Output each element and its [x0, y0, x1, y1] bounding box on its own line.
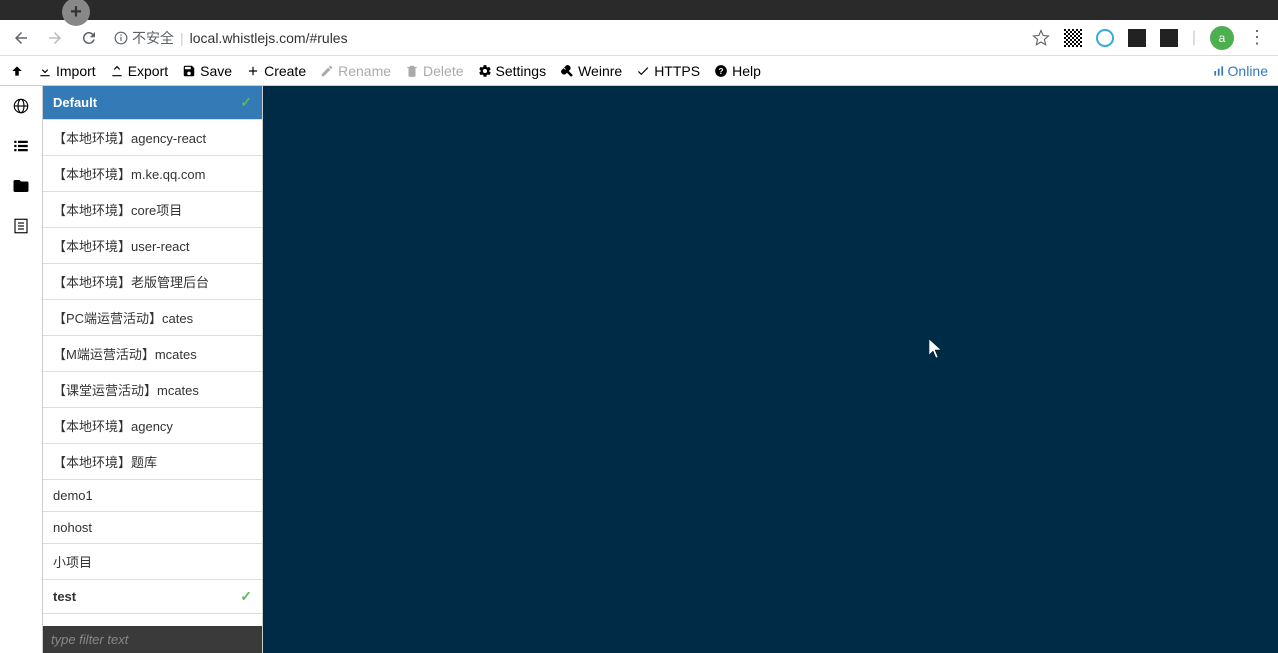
site-info-icon[interactable]: 不安全 [114, 28, 174, 48]
circle-extension-icon[interactable] [1096, 29, 1114, 47]
bookmark-star-icon[interactable] [1032, 29, 1050, 47]
values-tab-icon[interactable] [0, 166, 42, 206]
rule-item-label: 【PC端运营活动】cates [53, 308, 193, 327]
rule-item[interactable]: 【本地环境】agency-react [43, 120, 262, 156]
rule-item[interactable]: Default ✓ [43, 86, 262, 120]
rename-button[interactable]: Rename [320, 63, 391, 79]
browser-tab-strip: + [0, 0, 1278, 20]
browser-menu-icon[interactable]: ⋮ [1248, 27, 1266, 48]
svg-text:?: ? [719, 66, 724, 75]
weinre-button[interactable]: Weinre [560, 63, 622, 79]
rule-item-label: nohost [53, 520, 92, 535]
online-status[interactable]: Online [1212, 63, 1268, 79]
qr-extension-icon[interactable] [1064, 29, 1082, 47]
save-label: Save [200, 63, 232, 79]
online-label: Online [1228, 63, 1268, 79]
rule-item-label: 【本地环境】题库 [53, 452, 157, 471]
rule-item-label: 【本地环境】user-react [53, 236, 190, 255]
rule-item-label: test [53, 589, 76, 604]
export-button[interactable]: Export [110, 63, 168, 79]
editor-pane[interactable] [263, 86, 1278, 653]
create-label: Create [264, 63, 306, 79]
check-icon: ✓ [240, 588, 252, 605]
rule-item[interactable]: 【PC端运营活动】cates [43, 300, 262, 336]
collapse-toggle-icon[interactable] [10, 64, 24, 78]
profile-avatar[interactable]: a [1210, 26, 1234, 50]
rule-item[interactable]: 【课堂运营活动】mcates [43, 372, 262, 408]
mouse-cursor-icon [929, 339, 943, 359]
delete-label: Delete [423, 63, 463, 79]
import-label: Import [56, 63, 96, 79]
extension-icon-1[interactable] [1128, 29, 1146, 47]
url-text: local.whistlejs.com/#rules [190, 30, 348, 46]
https-label: HTTPS [654, 63, 700, 79]
plugins-tab-icon[interactable] [0, 206, 42, 246]
rule-item-label: 小项目 [53, 552, 92, 571]
url-bar[interactable]: 不安全 | local.whistlejs.com/#rules [114, 28, 1016, 48]
create-button[interactable]: Create [246, 63, 306, 79]
reload-button[interactable] [80, 29, 98, 47]
rule-item[interactable]: test ✓ [43, 580, 262, 614]
help-label: Help [732, 63, 761, 79]
rule-item-label: 【本地环境】core项目 [53, 200, 182, 219]
forward-button[interactable] [46, 29, 64, 47]
help-button[interactable]: ? Help [714, 63, 761, 79]
rule-item-label: 【本地环境】agency-react [53, 128, 206, 147]
url-separator: | [180, 30, 184, 46]
filter-box [43, 626, 262, 653]
delete-button[interactable]: Delete [405, 63, 463, 79]
export-label: Export [128, 63, 168, 79]
browser-address-bar: 不安全 | local.whistlejs.com/#rules | a ⋮ [0, 20, 1278, 56]
import-button[interactable]: Import [38, 63, 96, 79]
rule-item[interactable]: 【本地环境】core项目 [43, 192, 262, 228]
rule-item[interactable]: 【本地环境】老版管理后台 [43, 264, 262, 300]
rule-item-label: demo1 [53, 488, 93, 503]
rule-item-label: 【本地环境】老版管理后台 [53, 272, 209, 291]
rule-item-label: 【本地环境】agency [53, 416, 173, 435]
back-button[interactable] [12, 29, 30, 47]
rule-item[interactable]: nohost [43, 512, 262, 544]
extensions-separator: | [1192, 29, 1196, 47]
rule-item[interactable]: 小项目 [43, 544, 262, 580]
extension-icon-2[interactable] [1160, 29, 1178, 47]
main-area: Default ✓ 【本地环境】agency-react 【本地环境】m.ke.qq.… [0, 86, 1278, 653]
rule-item-label: 【本地环境】m.ke.qq.com [53, 164, 205, 183]
https-button[interactable]: HTTPS [636, 63, 700, 79]
save-button[interactable]: Save [182, 63, 232, 79]
network-tab-icon[interactable] [0, 86, 42, 126]
rule-item-label: 【M端运营活动】mcates [53, 344, 197, 363]
rule-item[interactable]: 【M端运营活动】mcates [43, 336, 262, 372]
rule-item-label: 【课堂运营活动】mcates [53, 380, 199, 399]
rule-item[interactable]: demo1 [43, 480, 262, 512]
settings-label: Settings [496, 63, 547, 79]
rule-item[interactable]: 【本地环境】user-react [43, 228, 262, 264]
unsafe-label: 不安全 [132, 28, 174, 48]
filter-input[interactable] [43, 626, 262, 653]
app-toolbar: Import Export Save Create Rename Delete … [0, 56, 1278, 86]
rename-label: Rename [338, 63, 391, 79]
rule-item[interactable]: 【本地环境】agency [43, 408, 262, 444]
rules-list-panel: Default ✓ 【本地环境】agency-react 【本地环境】m.ke.qq.… [43, 86, 263, 653]
weinre-label: Weinre [578, 63, 622, 79]
check-icon: ✓ [240, 94, 252, 111]
rule-item[interactable]: 【本地环境】题库 [43, 444, 262, 480]
settings-button[interactable]: Settings [478, 63, 547, 79]
rule-item-label: Default [53, 95, 97, 110]
rules-tab-icon[interactable] [0, 126, 42, 166]
rule-item[interactable]: 【本地环境】m.ke.qq.com [43, 156, 262, 192]
left-nav-tabs [0, 86, 43, 653]
rule-list: Default ✓ 【本地环境】agency-react 【本地环境】m.ke.qq.… [43, 86, 262, 626]
